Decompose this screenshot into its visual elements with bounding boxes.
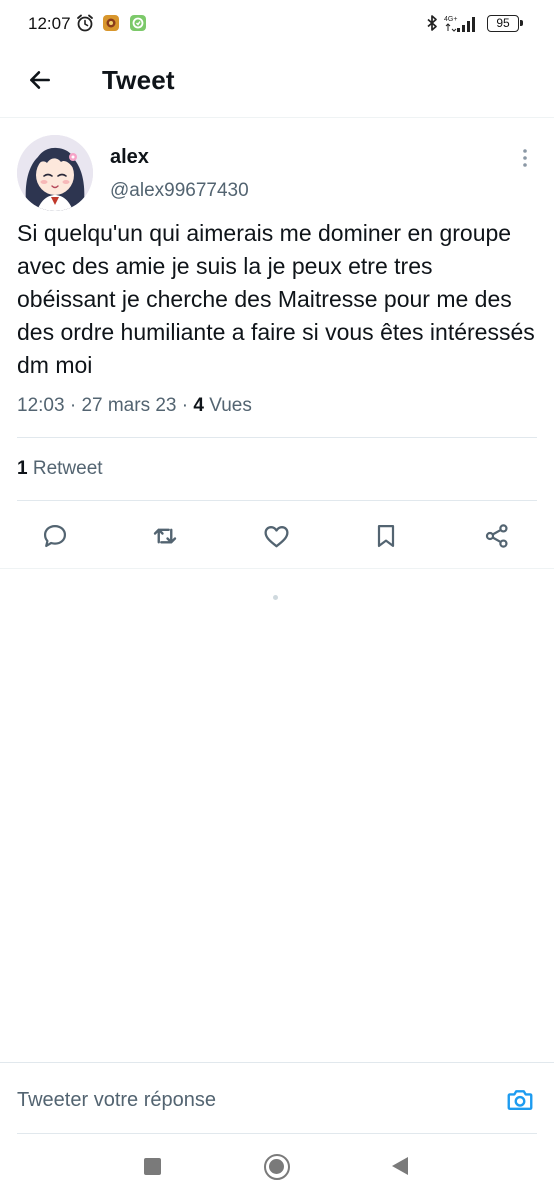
bookmark-button[interactable] <box>368 518 404 554</box>
battery-level: 95 <box>496 16 510 30</box>
divider <box>17 437 537 438</box>
retweets-label: Retweet <box>32 458 103 479</box>
app-icon <box>103 15 119 31</box>
system-nav-bar <box>0 1140 554 1200</box>
divider <box>0 568 554 569</box>
tweet-time[interactable]: 12:03 <box>17 395 65 416</box>
share-button[interactable] <box>479 518 515 554</box>
meta-separator: · <box>69 395 82 416</box>
reply-icon <box>43 524 67 548</box>
recent-apps-button[interactable] <box>144 1158 161 1175</box>
bookmark-icon <box>377 524 395 548</box>
meta-separator: · <box>181 395 194 416</box>
retweet-icon <box>153 528 177 544</box>
avatar-image <box>17 135 93 211</box>
network-type: 4G+ <box>444 16 457 23</box>
views-count: 4 <box>193 395 204 416</box>
more-options-button[interactable] <box>513 146 537 170</box>
reply-button[interactable] <box>37 518 73 554</box>
app-icon <box>130 15 146 31</box>
avatar[interactable] <box>17 135 93 211</box>
back-nav-button[interactable] <box>392 1157 408 1175</box>
reply-composer: Tweeter votre réponse <box>0 1062 554 1134</box>
header: Tweet <box>0 50 554 118</box>
status-bar: 12:07 4G+ 95 <box>0 0 554 50</box>
divider <box>17 500 537 501</box>
signal-icon: 4G+ <box>444 16 475 32</box>
tweet-meta: 12:03 · 27 mars 23 · 4 Vues <box>17 395 252 417</box>
tweet-date[interactable]: 27 mars 23 <box>81 395 176 416</box>
views-label: Vues <box>209 395 252 416</box>
camera-button[interactable] <box>505 1085 535 1115</box>
arrow-left-icon <box>30 71 50 89</box>
battery-indicator: 95 <box>487 15 523 32</box>
back-button[interactable] <box>20 60 60 100</box>
camera-icon <box>507 1090 533 1110</box>
tweet-text: Si quelqu'un qui aimerais me dominer en … <box>17 220 535 378</box>
heart-icon <box>263 525 289 547</box>
loading-indicator <box>273 595 278 600</box>
retweet-button[interactable] <box>147 518 183 554</box>
alarm-icon <box>77 14 93 32</box>
retweets-count: 1 <box>17 458 28 479</box>
page-title: Tweet <box>102 65 175 95</box>
status-time: 12:07 <box>28 14 71 33</box>
share-icon <box>485 524 508 548</box>
reply-input[interactable]: Tweeter votre réponse <box>17 1089 216 1112</box>
retweets-stat[interactable]: 1 Retweet <box>17 458 103 480</box>
author-name[interactable]: alex <box>110 146 149 169</box>
divider <box>17 1133 537 1134</box>
bluetooth-icon <box>427 15 437 31</box>
action-bar <box>0 510 554 560</box>
more-vertical-icon <box>523 149 527 167</box>
like-button[interactable] <box>258 518 294 554</box>
home-button[interactable] <box>264 1154 290 1180</box>
author-handle[interactable]: @alex99677430 <box>110 180 249 202</box>
